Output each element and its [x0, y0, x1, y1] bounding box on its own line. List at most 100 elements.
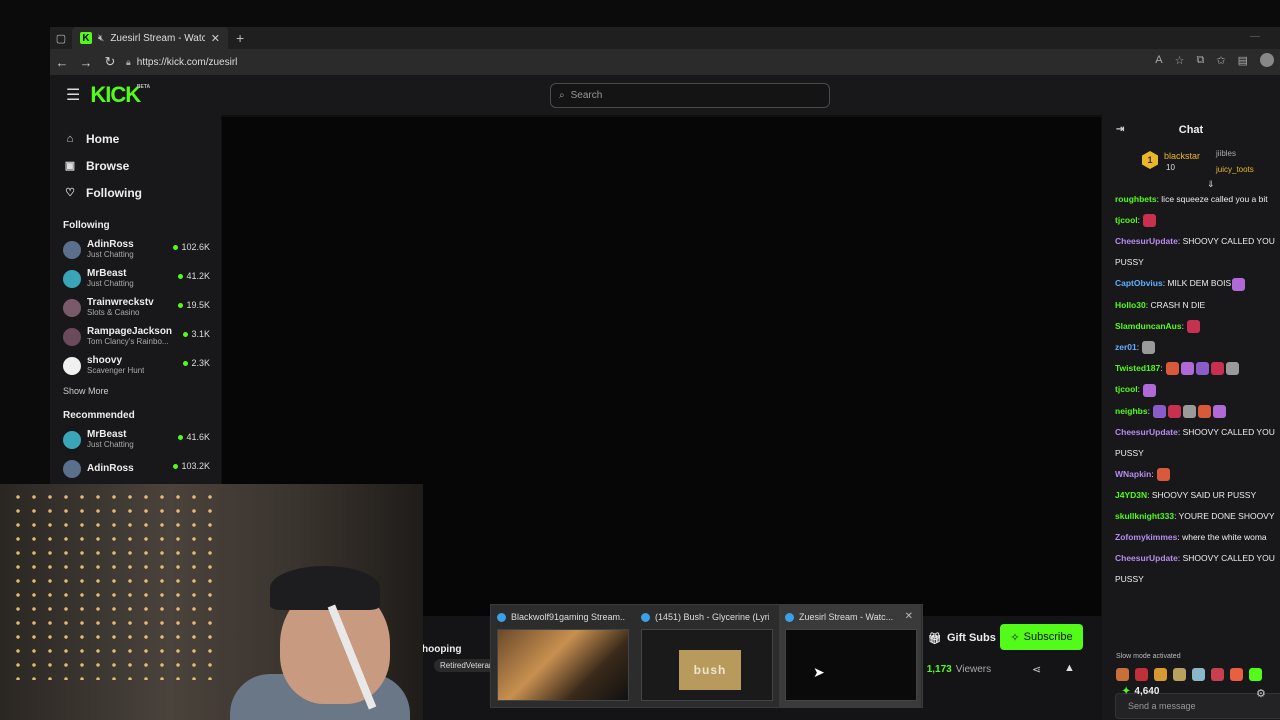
- share-icon[interactable]: ⋖: [1032, 663, 1041, 676]
- channel-item[interactable]: AdinRoss Just Chatting 102.6K: [50, 235, 221, 264]
- emote-icon[interactable]: [1173, 668, 1186, 681]
- channel-item[interactable]: MrBeast Just Chatting 41.6K: [50, 425, 221, 454]
- emote-icon[interactable]: [1192, 668, 1205, 681]
- chat-username[interactable]: skullknight333: [1115, 511, 1174, 521]
- emote-icon: [1213, 404, 1227, 418]
- viewer-count-text: 103.2K: [181, 461, 210, 471]
- channel-text: MrBeast Just Chatting: [87, 268, 134, 289]
- chat-title: Chat: [1178, 124, 1204, 136]
- top-gifter-name[interactable]: blackstar: [1164, 151, 1200, 161]
- chat-username[interactable]: CheesurUpdate: [1115, 427, 1178, 437]
- favorites-icon[interactable]: ✩: [1216, 54, 1225, 67]
- channel-item[interactable]: AdinRoss 103.2K: [50, 454, 221, 483]
- preview-window-active[interactable]: Zuesirl Stream - Watc... ✕: [779, 605, 921, 707]
- chat-username[interactable]: roughbets: [1115, 194, 1157, 204]
- chat-text: SHOOVY SAID UR PUSSY: [1151, 490, 1257, 500]
- chat-username[interactable]: CheesurUpdate: [1115, 236, 1178, 246]
- favorite-star-icon[interactable]: ☆: [1175, 54, 1185, 67]
- sidebar-nav-following[interactable]: ♡ Following: [50, 179, 221, 206]
- url-field[interactable]: 🔒︎ https://kick.com/zuesirl: [126, 57, 237, 68]
- emote-icon[interactable]: [1135, 668, 1148, 681]
- chat-username[interactable]: CheesurUpdate: [1115, 553, 1178, 563]
- chat-text: SHOOVY CALLED YOU: [1182, 553, 1275, 563]
- viewer-count-text: 19.5K: [186, 300, 210, 310]
- address-bar: ← → ↻ 🔒︎ https://kick.com/zuesirl A ☆ ⧉ …: [50, 49, 1280, 75]
- emote-icon[interactable]: [1230, 668, 1243, 681]
- close-tab-icon[interactable]: ✕: [211, 32, 220, 45]
- chat-username[interactable]: zer01: [1115, 342, 1137, 352]
- emote-icon[interactable]: [1249, 668, 1262, 681]
- extension-icon[interactable]: ⧉: [1197, 54, 1205, 67]
- emote-icon[interactable]: [1211, 668, 1224, 681]
- emote-icon: [1198, 404, 1212, 418]
- preview-thumbnail: [785, 629, 917, 701]
- refresh-icon[interactable]: ↻: [98, 50, 122, 74]
- preview-thumbnail: [497, 629, 629, 701]
- chat-text: SHOOVY CALLED YOU: [1182, 426, 1275, 437]
- collapse-chat-icon[interactable]: ⇥: [1116, 124, 1124, 135]
- new-tab-icon[interactable]: +: [236, 30, 244, 46]
- show-more-link[interactable]: Show More: [50, 386, 221, 396]
- back-icon[interactable]: ←: [50, 50, 74, 74]
- chat-message: CheesurUpdate: SHOOVY CALLED YOU: [1115, 426, 1275, 437]
- read-aloud-icon[interactable]: A: [1155, 54, 1162, 66]
- report-icon[interactable]: ▲: [1064, 662, 1075, 674]
- preview-window[interactable]: (1451) Bush - Glycerine (Lyric... bush: [635, 605, 777, 707]
- points-value: 4,640: [1134, 686, 1160, 697]
- subscribe-button[interactable]: ✧ Subscribe: [1000, 624, 1083, 650]
- preview-window[interactable]: Blackwolf91gaming Stream...: [491, 605, 633, 707]
- channel-item[interactable]: RampageJackson Tom Clancy's Rainbo... 3.1K: [50, 322, 221, 351]
- chat-input-placeholder: Send a message: [1128, 701, 1196, 711]
- channel-item[interactable]: shoovy Scavenger Hunt 2.3K: [50, 351, 221, 380]
- minimize-window-icon[interactable]: —: [1250, 31, 1260, 42]
- live-dot-icon: [183, 331, 189, 337]
- chat-username[interactable]: Hollo30: [1115, 300, 1146, 310]
- browser-tab-active[interactable]: K 🔇︎ Zuesirl Stream - Watch Live ✕: [72, 27, 228, 49]
- channel-item[interactable]: Trainwreckstv Slots & Casino 19.5K: [50, 293, 221, 322]
- chat-username[interactable]: neighbs: [1115, 406, 1148, 416]
- emote-icon: [1168, 404, 1182, 418]
- channel-viewers: 2.3K: [183, 358, 210, 368]
- search-input[interactable]: ⌕ Search: [550, 83, 830, 108]
- chat-username[interactable]: J4YD3N: [1115, 490, 1147, 500]
- mute-tab-icon[interactable]: 🔇︎: [98, 33, 104, 44]
- gift-subs-label: Gift Subs: [946, 632, 996, 644]
- gifter-name[interactable]: jiibles: [1216, 149, 1236, 158]
- expand-gifters-icon[interactable]: ⇓: [1207, 179, 1215, 190]
- subscribe-label: Subscribe: [1023, 631, 1073, 643]
- chat-username[interactable]: WNapkin: [1115, 469, 1151, 479]
- chat-message: WNapkin:: [1115, 468, 1280, 481]
- gift-icon: 🎁︎: [928, 632, 942, 645]
- forward-icon[interactable]: →: [74, 50, 98, 74]
- top-nav: ☰ KICK BETA ⌕ Search: [50, 75, 1280, 115]
- sidebar-nav-home[interactable]: ⌂ Home: [50, 125, 221, 152]
- channel-avatar: [63, 327, 81, 346]
- channel-category: Slots & Casino: [87, 308, 140, 317]
- channel-item[interactable]: MrBeast Just Chatting 41.2K: [50, 264, 221, 293]
- chat-username[interactable]: tjcool: [1115, 215, 1138, 225]
- collections-icon[interactable]: ▤: [1238, 54, 1248, 67]
- chat-message: Zofomykimmes: where the white woma: [1115, 532, 1267, 542]
- channel-viewers: 41.2K: [178, 271, 210, 281]
- chat-settings-icon[interactable]: ⚙: [1256, 687, 1266, 700]
- profile-avatar-icon[interactable]: [1260, 53, 1274, 67]
- gifter-name[interactable]: juicy_toots: [1216, 165, 1254, 174]
- menu-icon[interactable]: ☰: [66, 85, 80, 105]
- chat-username[interactable]: CaptObvius: [1115, 278, 1163, 288]
- chat-username[interactable]: Zofomykimmes: [1115, 532, 1177, 542]
- chat-username[interactable]: SlamduncanAus: [1115, 321, 1182, 331]
- viewers-label: Viewers: [955, 664, 992, 675]
- sidebar-nav-browse[interactable]: ▣ Browse: [50, 152, 221, 179]
- close-preview-icon[interactable]: ✕: [905, 611, 913, 622]
- chat-username[interactable]: tjcool: [1115, 384, 1138, 394]
- emote-icon[interactable]: [1116, 668, 1129, 681]
- kick-logo[interactable]: KICK BETA: [90, 82, 150, 108]
- kick-points-icon: ✦: [1122, 686, 1131, 697]
- channel-avatar: [63, 459, 81, 478]
- following-list: AdinRoss Just Chatting 102.6K MrBeast Just C…: [50, 235, 221, 380]
- gift-subs-button[interactable]: 🎁︎ Gift Subs: [922, 626, 1002, 650]
- channel-avatar: [63, 430, 81, 449]
- tab-actions-icon[interactable]: ▢: [50, 27, 72, 49]
- emote-icon[interactable]: [1154, 668, 1167, 681]
- chat-username[interactable]: Twisted187: [1115, 363, 1160, 373]
